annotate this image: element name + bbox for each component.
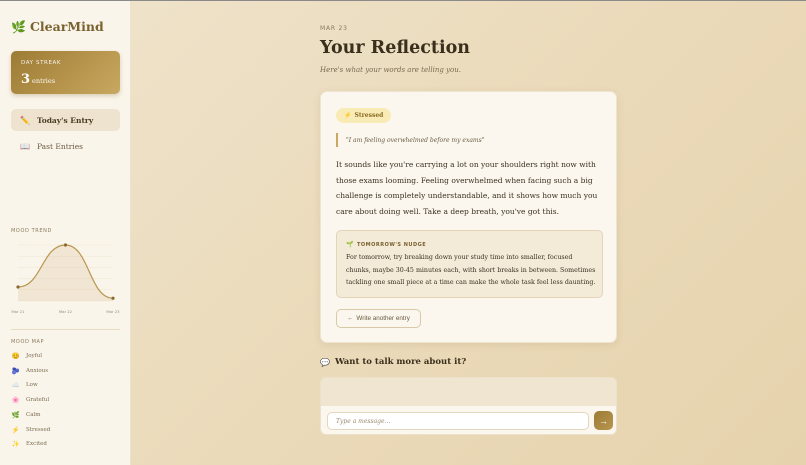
joyful-icon: 😊 <box>11 352 20 360</box>
chat-heading-text: Want to talk more about it? <box>334 357 467 367</box>
mood-map-item: 🌸 Grateful <box>11 396 49 404</box>
mood-map-item: 😊 Joyful <box>11 352 42 360</box>
mood-map-label-text: Excited <box>26 441 47 448</box>
mood-trend-label: MOOD TREND <box>11 228 52 234</box>
mood-trend-tick-label: Mar 23 <box>106 309 120 314</box>
sprout-icon: 🌱 <box>346 241 354 248</box>
mood-trend-area <box>18 245 113 301</box>
mood-map-label-text: Low <box>26 382 38 389</box>
write-another-label: Write another entry <box>356 315 410 322</box>
brand[interactable]: 🌿 ClearMind <box>11 19 104 34</box>
streak-label: DAY STREAK <box>21 60 62 66</box>
excited-icon: ✨ <box>11 440 20 449</box>
low-icon: ☁️ <box>11 381 20 390</box>
mood-map-label: MOOD MAP <box>11 339 45 345</box>
page-title: Your Reflection <box>320 38 470 58</box>
chat-panel: → <box>320 377 617 435</box>
nav-past-entries[interactable]: 📖 Past Entries <box>11 135 120 157</box>
write-another-entry-button[interactable]: ← Write another entry <box>336 309 421 328</box>
mood-map-label-text: Calm <box>26 411 41 418</box>
nudge-label: TOMORROW'S NUDGE <box>356 241 427 248</box>
mood-map-label-text: Grateful <box>26 397 50 404</box>
send-button[interactable]: → <box>594 411 613 430</box>
streak-count: 3 <box>21 72 31 87</box>
streak-unit: entries <box>32 77 56 85</box>
sidebar: 🌿 ClearMind DAY STREAK 3 entries ✏️ Toda… <box>0 1 131 465</box>
mood-trend-point <box>63 243 68 247</box>
nav-label: Today's Entry <box>36 115 94 125</box>
reflection-text: It sounds like you're carrying a lot on … <box>336 160 598 217</box>
mood-map-item: ☁️ Low <box>11 381 38 390</box>
nudge-text: For tomorrow, try breaking down your stu… <box>346 254 596 286</box>
mood-trend-tick-label: Mar 21 <box>11 309 25 314</box>
chat-messages <box>321 378 616 406</box>
mood-map-label-text: Anxious <box>26 367 49 374</box>
arrow-left-icon: ← <box>347 315 354 322</box>
mood-trend-chart: Mar 21 Mar 22 Mar 23 <box>11 243 120 314</box>
day-streak-card: DAY STREAK 3 entries <box>11 51 120 94</box>
leaf-icon: 🌿 <box>11 19 26 34</box>
mood-trend-point <box>16 285 20 289</box>
book-icon: 📖 <box>20 141 30 151</box>
calm-icon: 🌿 <box>11 410 20 419</box>
stressed-icon: ⚡ <box>11 425 20 434</box>
speech-bubble-icon: 💬 <box>320 357 330 367</box>
entry-date: MAR 23 <box>320 25 348 32</box>
chat-heading: 💬 Want to talk more about it? <box>320 357 466 367</box>
sidebar-divider <box>11 329 120 330</box>
mood-map-label-text: Stressed <box>26 426 51 433</box>
tomorrow-nudge: 🌱 TOMORROW'S NUDGE For tomorrow, try bre… <box>336 230 603 298</box>
stressed-icon: ⚡ <box>344 112 352 119</box>
mood-map-item: ⚡ Stressed <box>11 426 50 434</box>
mood-trend-tick-label: Mar 22 <box>59 309 73 314</box>
message-input[interactable] <box>327 412 589 430</box>
mood-trend-point <box>111 296 115 300</box>
pencil-icon: ✏️ <box>20 115 30 125</box>
nav-label: Past Entries <box>36 141 83 151</box>
send-arrow-icon: → <box>599 415 608 426</box>
grateful-icon: 🌸 <box>11 396 20 405</box>
anxious-icon: 🫐 <box>11 366 20 375</box>
entry-quote: "I am feeling overwhelmed before my exam… <box>336 133 484 147</box>
mood-map-label-text: Joyful <box>26 353 42 359</box>
mood-map-item: 🌿 Calm <box>11 411 40 419</box>
mood-map-item: ✨ Excited <box>11 440 47 448</box>
app-name: ClearMind <box>29 19 104 34</box>
reflection-card: ⚡ Stressed "I am feeling overwhelmed bef… <box>320 91 617 343</box>
mood-map-item: 🫐 Anxious <box>11 367 48 375</box>
nav-todays-entry[interactable]: ✏️ Today's Entry <box>11 109 120 131</box>
mood-badge: ⚡ Stressed <box>336 108 392 123</box>
mood-badge-label: Stressed <box>354 112 384 119</box>
page-subtitle: Here's what your words are telling you. <box>320 66 461 74</box>
